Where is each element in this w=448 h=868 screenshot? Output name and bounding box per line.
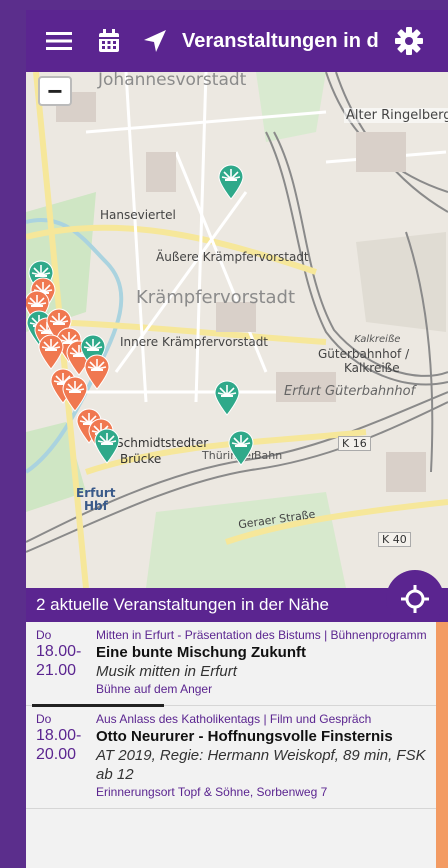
map-marker-icon[interactable] bbox=[62, 376, 88, 412]
drag-handle[interactable] bbox=[32, 704, 164, 707]
event-time-start: 18.00- bbox=[36, 727, 82, 744]
map-label-schmidtstedter: Schmidtstedter bbox=[116, 436, 209, 450]
map-label-erfurt: Erfurt bbox=[76, 486, 116, 500]
event-day: Do bbox=[36, 628, 52, 642]
gear-icon[interactable] bbox=[394, 26, 424, 56]
event-title: Otto Neururer - Hoffnungsvolle Finsterni… bbox=[96, 728, 393, 745]
event-date: Do 18.00- 20.00 bbox=[26, 712, 96, 800]
map-label-erfurt-gueterbahnhof: Erfurt Güterbahnhof bbox=[284, 384, 416, 399]
event-details: Aus Anlass des Katholikentags | Film und… bbox=[96, 712, 436, 800]
app-screen: Veranstaltungen in d... − Johannesvorsta… bbox=[0, 0, 448, 868]
road-shield-k40: K 40 bbox=[378, 532, 411, 547]
map-view[interactable]: − Johannesvorstadt Alter Ringelberg Hans… bbox=[26, 72, 448, 588]
zoom-out-button[interactable]: − bbox=[38, 76, 72, 106]
navigation-arrow-icon[interactable] bbox=[140, 26, 170, 56]
map-marker-icon[interactable] bbox=[94, 428, 120, 464]
event-title: Eine bunte Mischung Zukunft bbox=[96, 644, 306, 661]
map-label-kalkreisse: Kalkreiße bbox=[344, 361, 400, 375]
map-label-kraempfervorstadt: Krämpfervorstadt bbox=[136, 287, 296, 308]
road-shield-k16: K 16 bbox=[338, 436, 371, 451]
map-label-bruecke: Brücke bbox=[120, 452, 162, 466]
map-marker-icon[interactable] bbox=[214, 380, 240, 416]
map-label-gueterbahnhof: Güterbahnhof / bbox=[318, 347, 410, 361]
map-label-johannesvorstadt: Johannesvorstadt bbox=[98, 72, 247, 90]
menu-icon[interactable] bbox=[44, 26, 74, 56]
map-label-hbf: Hbf bbox=[84, 499, 108, 513]
event-time-start: 18.00- bbox=[36, 643, 82, 660]
locate-me-button[interactable] bbox=[386, 570, 444, 628]
event-details: Mitten in Erfurt - Präsentation des Bist… bbox=[96, 628, 436, 697]
event-category: Mitten in Erfurt - Präsentation des Bist… bbox=[96, 628, 427, 642]
map-label-alter-ringelberg: Alter Ringelberg bbox=[344, 108, 448, 123]
event-subtitle: Musik mitten in Erfurt bbox=[96, 663, 237, 680]
event-day: Do bbox=[36, 712, 52, 726]
map-label-kalkreisse-small: Kalkreiße bbox=[354, 334, 401, 345]
event-item[interactable]: Do 18.00- 20.00 Aus Anlass des Katholike… bbox=[26, 706, 436, 809]
crosshair-icon bbox=[401, 585, 429, 613]
map-marker-icon[interactable] bbox=[218, 164, 244, 200]
page-title: Veranstaltungen in d... bbox=[182, 29, 380, 52]
event-list[interactable]: Do 18.00- 21.00 Mitten in Erfurt - Präse… bbox=[26, 622, 436, 868]
map-label-innere-kraempfervorstadt: Innere Krämpfervorstadt bbox=[120, 335, 269, 349]
event-time-end: 21.00 bbox=[36, 662, 77, 679]
map-marker-icon[interactable] bbox=[228, 430, 254, 466]
event-time-end: 20.00 bbox=[36, 746, 77, 763]
map-label-aeussere-kraempfervorstadt: Äußere Krämpfervorstadt bbox=[156, 250, 309, 264]
event-location: Erinnerungsort Topf & Söhne, Sorbenweg 7 bbox=[96, 785, 328, 799]
nearby-events-header: 2 aktuelle Veranstaltungen in der Nähe bbox=[26, 588, 448, 622]
side-panel-edge[interactable] bbox=[436, 622, 448, 868]
calendar-icon[interactable] bbox=[94, 26, 124, 56]
event-subtitle: AT 2019, Regie: Hermann Weiskopf, 89 min… bbox=[96, 747, 426, 783]
event-category: Aus Anlass des Katholikentags | Film und… bbox=[96, 712, 372, 726]
event-item[interactable]: Do 18.00- 21.00 Mitten in Erfurt - Präse… bbox=[26, 622, 436, 706]
map-marker-icon[interactable] bbox=[38, 334, 64, 370]
event-date: Do 18.00- 21.00 bbox=[26, 628, 96, 697]
top-app-bar: Veranstaltungen in d... bbox=[26, 10, 448, 72]
event-location: Bühne auf dem Anger bbox=[96, 682, 213, 696]
map-label-bahn: Bahn bbox=[254, 449, 283, 462]
map-label-hanseviertel: Hanseviertel bbox=[100, 208, 176, 222]
